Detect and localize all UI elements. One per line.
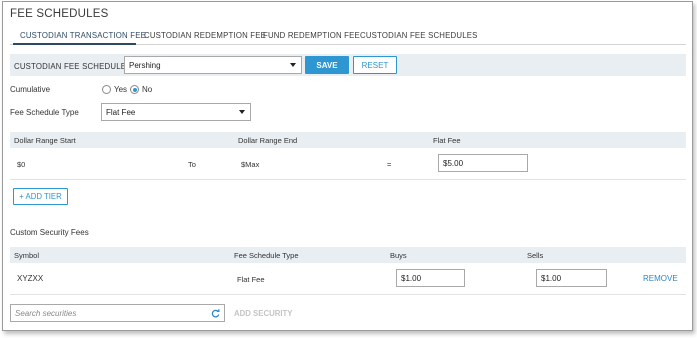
custodian-fee-schedule-value: Pershing [129, 60, 161, 70]
fee-schedule-type-value: Flat Fee [106, 107, 136, 117]
active-tab-indicator [13, 43, 136, 45]
refresh-icon[interactable] [211, 309, 220, 318]
save-button[interactable]: SAVE [305, 56, 349, 74]
fee-schedule-type-select[interactable]: Flat Fee [101, 103, 251, 121]
custom-fees-table-header [10, 247, 686, 263]
security-sells-input[interactable]: $1.00 [536, 269, 607, 287]
tier-row-divider [10, 179, 686, 180]
tab-custodian-fee-schedules[interactable]: CUSTODIAN FEE SCHEDULES [360, 31, 478, 40]
tier-flat-fee-value: $5.00 [443, 158, 464, 168]
tab-fund-redemption-fee[interactable]: FUND REDEMPTION FEE [263, 31, 360, 40]
cumulative-no-radio[interactable] [130, 85, 139, 94]
custom-security-fees-title: Custom Security Fees [10, 228, 89, 237]
cumulative-label: Cumulative [10, 85, 51, 94]
tier-flat-fee-input[interactable]: $5.00 [438, 154, 528, 172]
flat-fee-header: Flat Fee [433, 136, 461, 145]
fee-schedule-type-label: Fee Schedule Type [10, 108, 79, 117]
page-title: FEE SCHEDULES [10, 8, 109, 20]
security-sells-value: $1.00 [541, 273, 562, 283]
tab-custodian-redemption-fee[interactable]: CUSTODIAN REDEMPTION FEE [144, 31, 266, 40]
cumulative-yes-radio[interactable] [102, 85, 111, 94]
custodian-fee-schedule-label: CUSTODIAN FEE SCHEDULE [14, 62, 127, 71]
tier-to-label: To [188, 160, 196, 169]
security-row-divider [10, 294, 686, 295]
fee-schedules-panel: FEE SCHEDULES CUSTODIAN TRANSACTION FEE … [2, 1, 693, 331]
search-securities-placeholder: Search securities [15, 308, 77, 318]
add-tier-button[interactable]: + ADD TIER [13, 188, 68, 205]
cumulative-no-label: No [142, 85, 153, 94]
search-securities-input[interactable]: Search securities [10, 304, 225, 322]
dollar-range-start-header: Dollar Range Start [14, 136, 76, 145]
tier-end-value: $Max [241, 160, 260, 169]
fee-schedule-type-header: Fee Schedule Type [234, 251, 299, 260]
symbol-header: Symbol [14, 251, 40, 260]
tier-start-value: $0 [17, 160, 26, 169]
add-security-button[interactable]: ADD SECURITY [234, 309, 292, 318]
reset-button[interactable]: RESET [353, 56, 397, 74]
dollar-range-end-header: Dollar Range End [238, 136, 298, 145]
buys-header: Buys [390, 251, 407, 260]
tab-custodian-transaction-fee[interactable]: CUSTODIAN TRANSACTION FEE [20, 31, 146, 40]
custodian-fee-schedule-select[interactable]: Pershing [124, 56, 302, 74]
security-fee-type: Flat Fee [237, 275, 265, 284]
security-symbol: XYZXX [17, 274, 44, 283]
security-buys-value: $1.00 [401, 273, 422, 283]
remove-security-link[interactable]: REMOVE [643, 274, 678, 283]
tier-equals-sign: = [387, 160, 392, 169]
caret-down-icon [290, 63, 296, 67]
cumulative-yes-label: Yes [114, 85, 128, 94]
sells-header: Sells [527, 251, 544, 260]
caret-down-icon [239, 110, 245, 114]
tier-table-header [10, 132, 686, 148]
security-buys-input[interactable]: $1.00 [396, 269, 465, 287]
